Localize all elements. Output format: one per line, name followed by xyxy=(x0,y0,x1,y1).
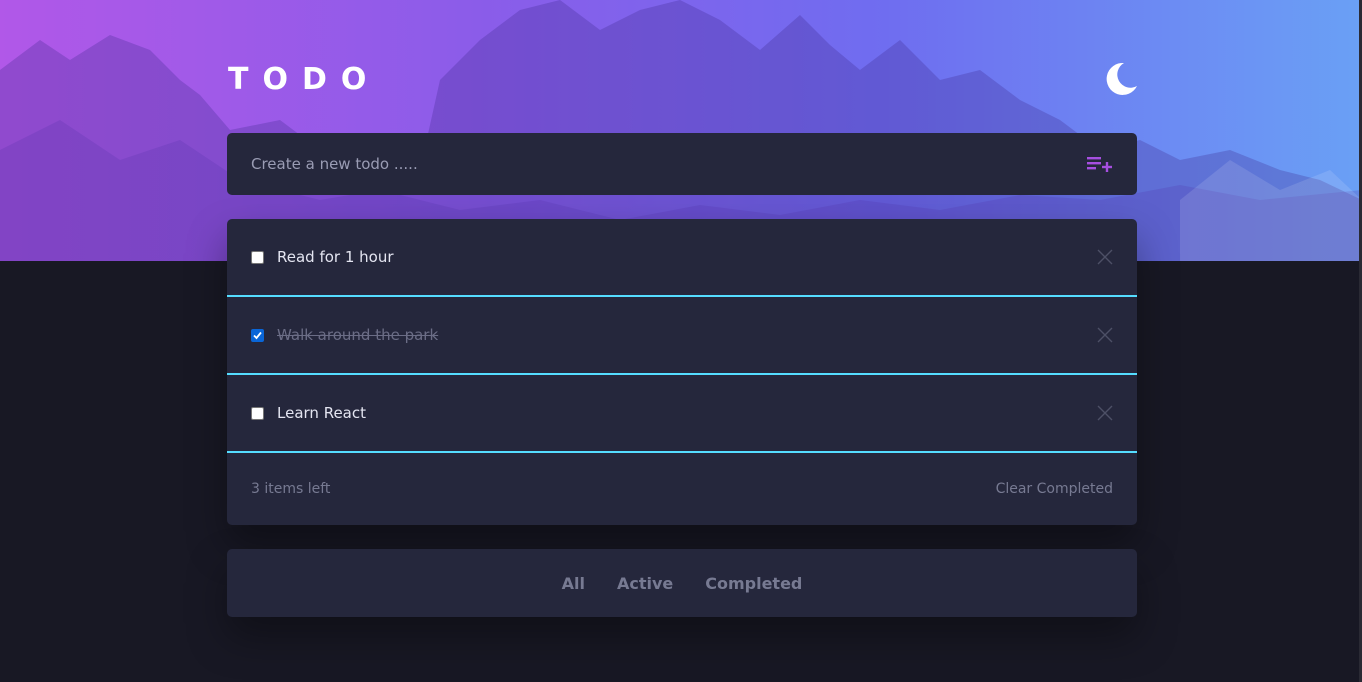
close-icon xyxy=(1097,327,1113,343)
filter-active[interactable]: Active xyxy=(617,574,673,593)
close-icon xyxy=(1097,249,1113,265)
items-left-count: 3 items left xyxy=(251,481,331,497)
moon-icon xyxy=(1106,62,1137,95)
list-footer: 3 items left Clear Completed xyxy=(227,453,1137,525)
clear-completed-button[interactable]: Clear Completed xyxy=(996,481,1113,497)
todo-list: Read for 1 hour Walk around the park Lea… xyxy=(227,219,1137,525)
close-icon xyxy=(1097,405,1113,421)
todo-checkbox[interactable] xyxy=(251,328,264,342)
filter-completed[interactable]: Completed xyxy=(705,574,802,593)
todo-item: Walk around the park xyxy=(227,297,1137,375)
todo-checkbox[interactable] xyxy=(251,406,264,420)
theme-toggle-button[interactable] xyxy=(1102,60,1140,98)
new-todo-bar xyxy=(227,133,1137,195)
todo-item: Read for 1 hour xyxy=(227,219,1137,297)
delete-todo-button[interactable] xyxy=(1097,249,1113,265)
filter-all[interactable]: All xyxy=(562,574,585,593)
add-todo-button[interactable] xyxy=(1087,154,1113,174)
todo-text: Learn React xyxy=(277,404,366,422)
todo-checkbox[interactable] xyxy=(251,250,264,264)
checkmark-icon xyxy=(253,331,262,339)
app-title: TODO xyxy=(228,62,381,97)
playlist-add-icon xyxy=(1087,157,1112,172)
todo-text: Walk around the park xyxy=(277,326,439,344)
new-todo-input[interactable] xyxy=(251,155,1087,173)
todo-text: Read for 1 hour xyxy=(277,248,394,266)
delete-todo-button[interactable] xyxy=(1097,327,1113,343)
todo-item: Learn React xyxy=(227,375,1137,453)
delete-todo-button[interactable] xyxy=(1097,405,1113,421)
filter-bar: All Active Completed xyxy=(227,549,1137,617)
